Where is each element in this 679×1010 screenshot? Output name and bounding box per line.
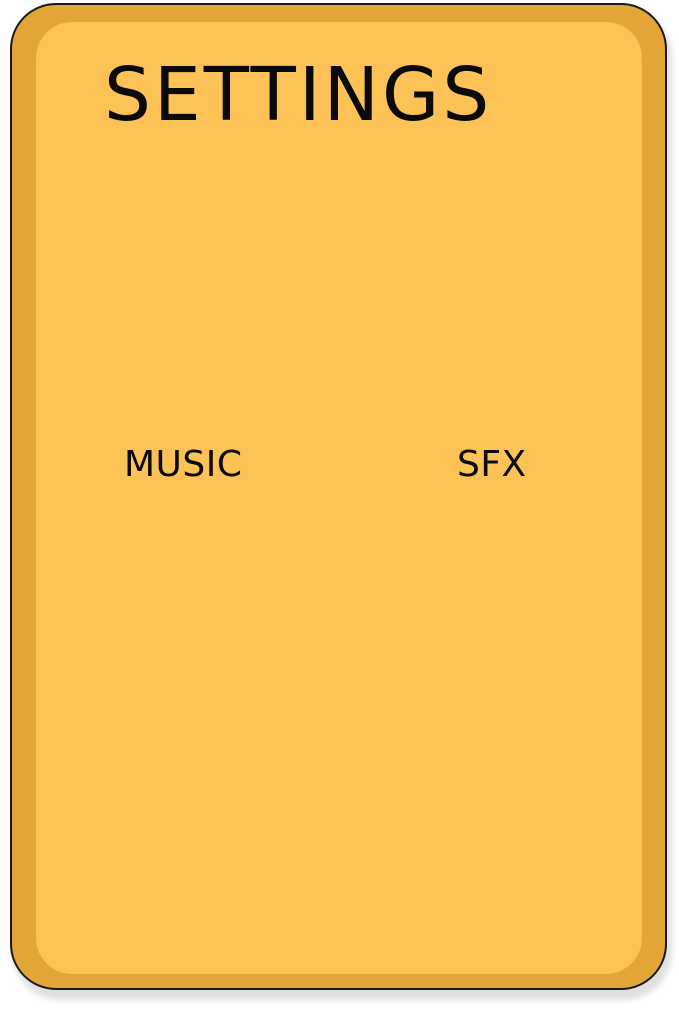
music-option[interactable]: MUSIC [124, 447, 243, 483]
settings-panel-inner [36, 22, 642, 974]
settings-panel [10, 3, 667, 990]
settings-title: SETTINGS [104, 52, 493, 138]
sfx-option[interactable]: SFX [457, 447, 527, 483]
